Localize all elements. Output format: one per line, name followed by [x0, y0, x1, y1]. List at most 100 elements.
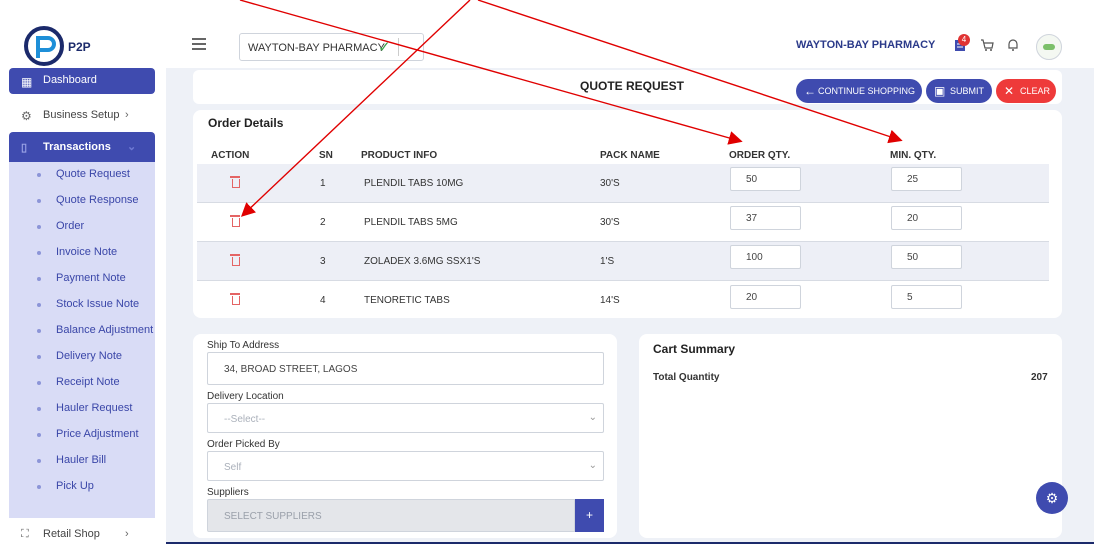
close-icon: ✕	[1004, 84, 1015, 98]
order-details-title: Order Details	[208, 116, 284, 130]
clear-button[interactable]: ✕ CLEAR	[996, 79, 1056, 103]
button-label: SUBMIT	[950, 86, 985, 96]
submit-button[interactable]: ▣ SUBMIT	[926, 79, 992, 103]
row-sn: 4	[320, 295, 326, 306]
submenu-item-balance-adjustment[interactable]: Balance Adjustment	[9, 320, 155, 342]
chevron-down-icon: ⌄	[127, 141, 137, 153]
order-qty-input[interactable]: 100	[730, 245, 801, 269]
order-picked-by-select[interactable]: Self ⌄	[207, 451, 604, 481]
suppliers-label: Suppliers	[207, 487, 249, 498]
order-qty-input[interactable]: 37	[730, 206, 801, 230]
order-qty-input[interactable]: 20	[730, 285, 801, 309]
sidebar: ▦ Dashboard ⚙ Business Setup › ▯ Transac…	[0, 68, 166, 554]
gear-icon: ⚙	[21, 109, 32, 123]
submenu-item-hauler-request[interactable]: Hauler Request	[9, 398, 155, 420]
submenu-item-order[interactable]: Order	[9, 216, 155, 238]
column-header-product-info: PRODUCT INFO	[361, 150, 438, 161]
submenu-label: Hauler Request	[56, 402, 133, 414]
bullet-icon	[37, 199, 41, 203]
delete-icon[interactable]	[230, 254, 240, 266]
suppliers-placeholder: SELECT SUPPLIERS	[224, 511, 322, 522]
button-label: CONTINUE SHOPPING	[818, 86, 916, 96]
column-header-action: ACTION	[211, 150, 250, 161]
delivery-location-value: --Select--	[224, 414, 266, 425]
sidebar-item-business-setup[interactable]: ⚙ Business Setup ›	[9, 104, 155, 128]
sidebar-item-label: Transactions	[43, 141, 111, 153]
row-sn: 3	[320, 256, 326, 267]
bullet-icon	[37, 329, 41, 333]
min-qty-input[interactable]: 20	[891, 206, 962, 230]
submenu-item-payment-note[interactable]: Payment Note	[9, 268, 155, 290]
pharmacy-select-value: WAYTON-BAY PHARMACY	[248, 42, 385, 54]
cart-icon[interactable]	[980, 38, 994, 52]
bullet-icon	[37, 381, 41, 385]
delivery-location-select[interactable]: --Select-- ⌄	[207, 403, 604, 433]
chevron-right-icon: ›	[125, 109, 129, 121]
pharmacy-select[interactable]: WAYTON-BAY PHARMACY ✓	[239, 33, 424, 61]
ship-to-address-input[interactable]: 34, BROAD STREET, LAGOS	[207, 352, 604, 385]
save-icon: ▣	[934, 84, 946, 98]
page-title: QUOTE REQUEST	[580, 79, 685, 93]
sidebar-item-label: Dashboard	[43, 74, 97, 86]
chevron-down-icon: ⌄	[588, 460, 597, 471]
submenu-label: Receipt Note	[56, 376, 120, 388]
cart-summary-card	[639, 334, 1062, 538]
arrow-left-icon: ←	[804, 84, 816, 98]
submenu-item-pick-up[interactable]: Pick Up	[9, 476, 155, 498]
order-qty-input[interactable]: 50	[730, 167, 801, 191]
submenu-label: Payment Note	[56, 272, 126, 284]
grid-icon: ▦	[21, 75, 33, 89]
submenu-item-stock-issue-note[interactable]: Stock Issue Note	[9, 294, 155, 316]
row-product: PLENDIL TABS 10MG	[364, 178, 464, 189]
delete-icon[interactable]	[230, 176, 240, 188]
row-pack: 30'S	[600, 178, 620, 189]
submenu-item-quote-response[interactable]: Quote Response	[9, 190, 155, 212]
add-supplier-button[interactable]: +	[575, 499, 604, 532]
min-qty-input[interactable]: 50	[891, 245, 962, 269]
store-icon: ⛶	[21, 528, 29, 540]
bullet-icon	[37, 303, 41, 307]
chevron-down-icon: ⌄	[588, 412, 597, 423]
document-icon: ▯	[21, 142, 28, 154]
min-qty-input[interactable]: 5	[891, 285, 962, 309]
sidebar-item-label: Business Setup	[43, 109, 120, 121]
user-avatar[interactable]	[1036, 34, 1062, 60]
sidebar-item-dashboard[interactable]: ▦ Dashboard	[9, 68, 155, 94]
settings-gear-icon[interactable]: ⚙	[1036, 482, 1068, 514]
submenu-label: Stock Issue Note	[56, 298, 140, 310]
ship-to-label: Ship To Address	[207, 340, 280, 351]
delete-icon[interactable]	[230, 293, 240, 305]
bullet-icon	[37, 407, 41, 411]
submenu-item-delivery-note[interactable]: Delivery Note	[9, 346, 155, 368]
button-label: CLEAR	[1020, 86, 1051, 96]
submenu-item-hauler-bill[interactable]: Hauler Bill	[9, 450, 155, 472]
bell-icon[interactable]	[1006, 38, 1020, 52]
bullet-icon	[37, 251, 41, 255]
submenu-item-receipt-note[interactable]: Receipt Note	[9, 372, 155, 394]
row-product: PLENDIL TABS 5MG	[364, 217, 458, 228]
menu-toggle-icon[interactable]	[192, 38, 206, 50]
row-pack: 14'S	[600, 295, 620, 306]
submenu-item-quote-request[interactable]: Quote Request	[9, 164, 155, 186]
current-pharmacy-name: WAYTON-BAY PHARMACY	[796, 39, 936, 51]
avatar-leaf-icon	[1043, 44, 1055, 50]
column-header-min-qty: MIN. QTY.	[890, 150, 937, 161]
submenu-item-invoice-note[interactable]: Invoice Note	[9, 242, 155, 264]
submenu-label: Quote Request	[56, 168, 130, 180]
suppliers-input[interactable]: SELECT SUPPLIERS	[207, 499, 575, 532]
sidebar-item-label: Retail Shop	[43, 528, 100, 540]
submenu-label: Hauler Bill	[56, 454, 107, 466]
total-quantity-value: 207	[1031, 372, 1048, 383]
sidebar-item-transactions[interactable]: ▯ Transactions ⌄	[9, 132, 155, 162]
logo-text: P2P	[68, 40, 91, 54]
order-picked-by-label: Order Picked By	[207, 439, 280, 450]
min-qty-input[interactable]: 25	[891, 167, 962, 191]
delete-icon[interactable]	[230, 215, 240, 227]
submenu-item-price-adjustment[interactable]: Price Adjustment	[9, 424, 155, 446]
check-icon: ✓	[378, 39, 391, 56]
column-header-order-qty: ORDER QTY.	[729, 150, 791, 161]
continue-shopping-button[interactable]: ← CONTINUE SHOPPING	[796, 79, 922, 103]
row-product: ZOLADEX 3.6MG SSX1'S	[364, 256, 481, 267]
submenu-label: Balance Adjustment	[56, 324, 154, 336]
row-product: TENORETIC TABS	[364, 295, 450, 306]
